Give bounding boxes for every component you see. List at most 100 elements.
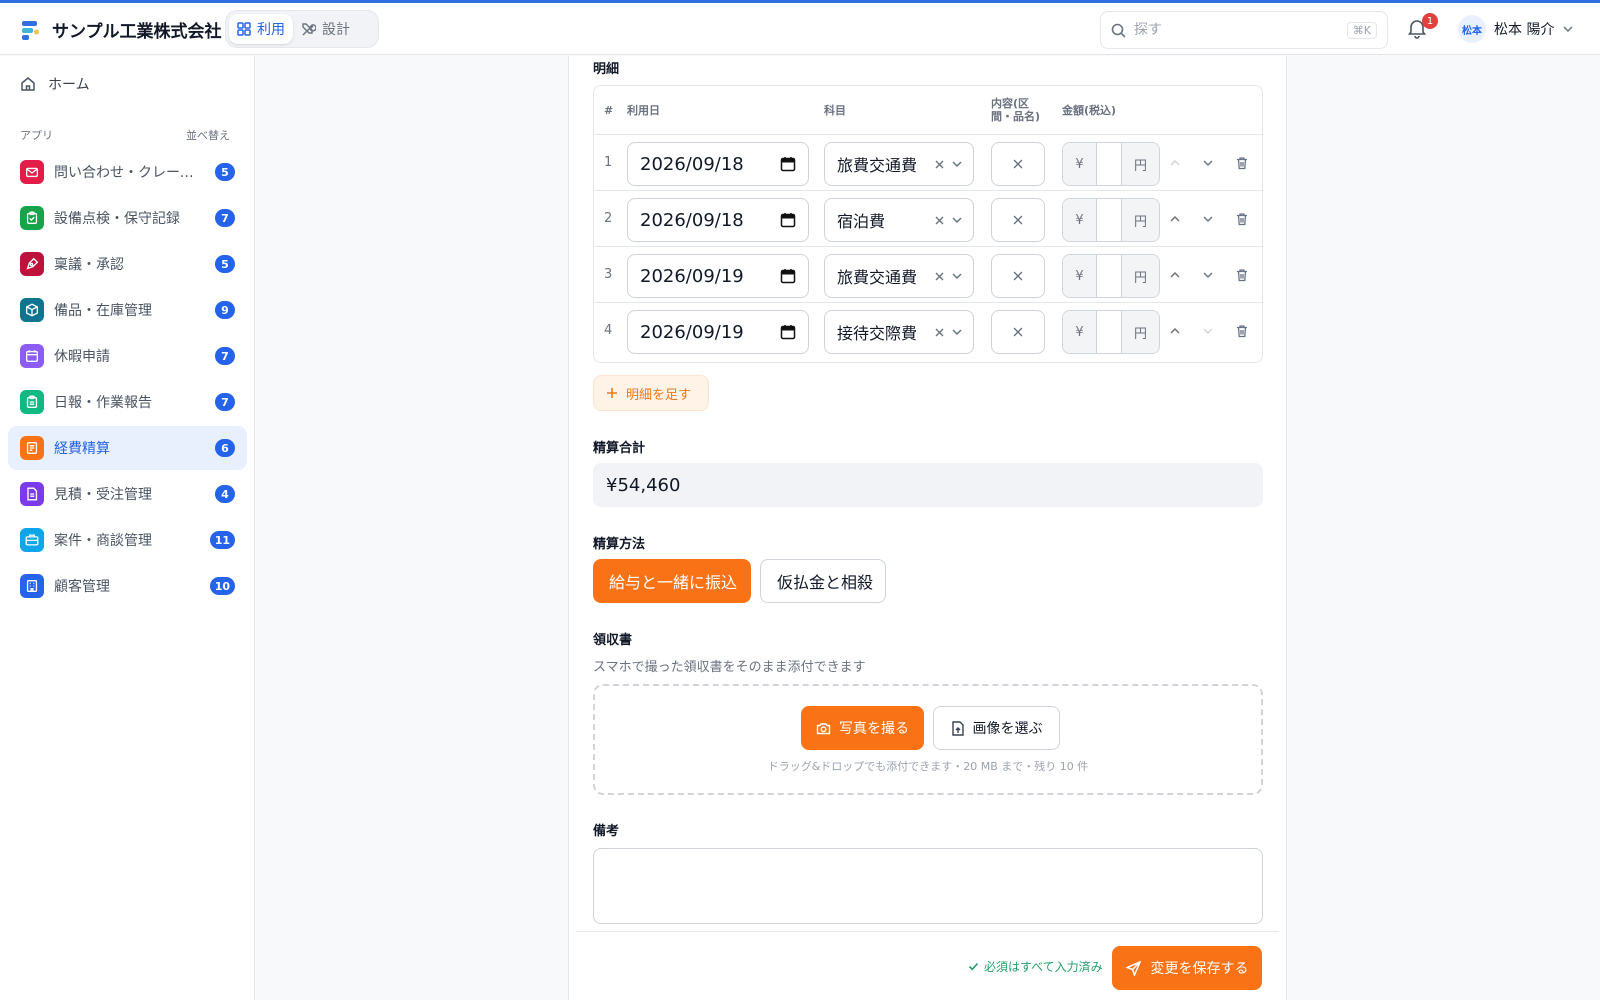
notifications-button[interactable]: 1: [1406, 13, 1438, 43]
sidebar-app-item[interactable]: 日報・作業報告 7: [8, 380, 247, 424]
app-logo-icon: [22, 20, 39, 40]
trash-icon: [1237, 213, 1247, 226]
take-photo-button[interactable]: 写真を撮る: [801, 706, 924, 750]
chevron-down-icon: [1203, 328, 1213, 335]
apps-section-label: アプリ: [20, 129, 53, 142]
sidebar-item-home[interactable]: ホーム: [20, 74, 90, 94]
clear-icon[interactable]: [934, 327, 945, 338]
delete-row-button[interactable]: [1231, 208, 1253, 230]
sort-button[interactable]: 並べ替え: [186, 127, 230, 143]
avatar: 松本: [1458, 15, 1486, 43]
sidebar-app-item[interactable]: 案件・商談管理 11: [8, 518, 247, 562]
brand[interactable]: サンプル工業株式会社: [20, 17, 222, 42]
calendar-icon[interactable]: [780, 324, 796, 340]
table-row: 3 2026/09/19 旅費交通費 ¥ 円: [594, 246, 1264, 303]
amount-field[interactable]: [1097, 255, 1121, 297]
take-photo-label: 写真を撮る: [839, 721, 909, 737]
mode-design-tab[interactable]: 設計: [293, 14, 358, 44]
date-input[interactable]: 2026/09/18: [627, 142, 809, 186]
category-value: 旅費交通費: [837, 268, 918, 287]
clear-icon[interactable]: [934, 271, 945, 282]
chevron-up-icon: [1170, 159, 1180, 166]
amount-input[interactable]: ¥ 円: [1062, 310, 1160, 354]
search-box[interactable]: ⌘K: [1100, 11, 1388, 49]
memo-input[interactable]: [991, 142, 1045, 186]
user-name: 松本 陽介: [1494, 22, 1555, 38]
method-offset-button[interactable]: 仮払金と相殺: [760, 559, 886, 603]
sidebar-app-item[interactable]: 経費精算 6: [8, 426, 247, 470]
date-value: 2026/09/19: [640, 321, 744, 343]
delete-row-button[interactable]: [1231, 264, 1253, 286]
date-value: 2026/09/18: [640, 153, 744, 175]
date-input[interactable]: 2026/09/18: [627, 198, 809, 242]
chevron-down-icon: [1203, 160, 1213, 167]
clear-icon[interactable]: [934, 215, 945, 226]
sidebar-app-item[interactable]: 休暇申請 7: [8, 334, 247, 378]
chevron-down-icon: [952, 329, 962, 336]
move-up-button[interactable]: [1164, 264, 1186, 286]
move-down-button[interactable]: [1197, 152, 1219, 174]
clear-icon[interactable]: [1012, 158, 1024, 170]
move-down-button[interactable]: [1197, 320, 1219, 342]
receipt-dropzone[interactable]: 写真を撮る 画像を選ぶ ドラッグ&ドロップでも添付できます・20 MB まで・残…: [593, 684, 1263, 795]
clear-icon[interactable]: [1012, 214, 1024, 226]
amount-input[interactable]: ¥ 円: [1062, 142, 1160, 186]
calendar-icon[interactable]: [780, 212, 796, 228]
mail-icon: [20, 160, 44, 184]
date-input[interactable]: 2026/09/19: [627, 254, 809, 298]
search-input[interactable]: [1134, 22, 1339, 38]
sidebar-app-item[interactable]: 顧客管理 10: [8, 564, 247, 608]
camera-icon: [816, 722, 831, 734]
mode-use-tab[interactable]: 利用: [229, 14, 293, 44]
col-number: #: [604, 103, 614, 117]
date-input[interactable]: 2026/09/19: [627, 310, 809, 354]
sidebar-app-count: 11: [209, 531, 235, 549]
amount-input[interactable]: ¥ 円: [1062, 254, 1160, 298]
sidebar-app-item[interactable]: 問い合わせ・クレーム管理 5: [8, 150, 247, 194]
currency-suffix: 円: [1121, 143, 1159, 185]
sidebar-app-item[interactable]: 備品・在庫管理 9: [8, 288, 247, 332]
clear-icon[interactable]: [1012, 326, 1024, 338]
sidebar-app-item[interactable]: 設備点検・保守記録 7: [8, 196, 247, 240]
move-up-button[interactable]: [1164, 208, 1186, 230]
move-up-button[interactable]: [1164, 320, 1186, 342]
amount-field[interactable]: [1097, 311, 1121, 353]
memo-input[interactable]: [991, 254, 1045, 298]
save-button[interactable]: 変更を保存する: [1112, 946, 1262, 990]
amount-input[interactable]: ¥ 円: [1062, 198, 1160, 242]
delete-row-button[interactable]: [1231, 152, 1253, 174]
amount-field[interactable]: [1097, 143, 1121, 185]
amount-field[interactable]: [1097, 199, 1121, 241]
memo-input[interactable]: [991, 310, 1045, 354]
chevron-up-icon: [1170, 271, 1180, 278]
notification-badge: 1: [1422, 13, 1438, 29]
category-select[interactable]: 接待交際費: [824, 310, 974, 354]
move-up-button[interactable]: [1164, 152, 1186, 174]
move-down-button[interactable]: [1197, 264, 1219, 286]
trash-icon: [1237, 269, 1247, 282]
check-icon: [968, 962, 979, 971]
category-select[interactable]: 旅費交通費: [824, 254, 974, 298]
sidebar-app-item[interactable]: 見積・受注管理 4: [8, 472, 247, 516]
move-down-button[interactable]: [1197, 208, 1219, 230]
category-select[interactable]: 宿泊費: [824, 198, 974, 242]
company-name: サンプル工業株式会社: [52, 22, 222, 42]
user-menu[interactable]: 松本 松本 陽介: [1458, 15, 1574, 43]
search-shortcut: ⌘K: [1346, 21, 1377, 39]
sidebar-app-label: 設備点検・保守記録: [54, 211, 180, 227]
category-select[interactable]: 旅費交通費: [824, 142, 974, 186]
add-line-label: 明細を足す: [626, 387, 692, 403]
calendar-icon[interactable]: [780, 156, 796, 172]
method-payroll-button[interactable]: 給与と一緒に振込: [593, 559, 751, 603]
choose-image-button[interactable]: 画像を選ぶ: [933, 706, 1060, 750]
clear-icon[interactable]: [934, 159, 945, 170]
notes-textarea[interactable]: [593, 848, 1263, 924]
clear-icon[interactable]: [1012, 270, 1024, 282]
chevron-down-icon: [1203, 272, 1213, 279]
sidebar-app-item[interactable]: 稟議・承認 5: [8, 242, 247, 286]
add-line-button[interactable]: 明細を足す: [593, 375, 709, 411]
calendar-icon[interactable]: [780, 268, 796, 284]
memo-input[interactable]: [991, 198, 1045, 242]
dropzone-note: ドラッグ&ドロップでも添付できます・20 MB まで・残り 10 件: [767, 760, 1089, 773]
delete-row-button[interactable]: [1231, 320, 1253, 342]
